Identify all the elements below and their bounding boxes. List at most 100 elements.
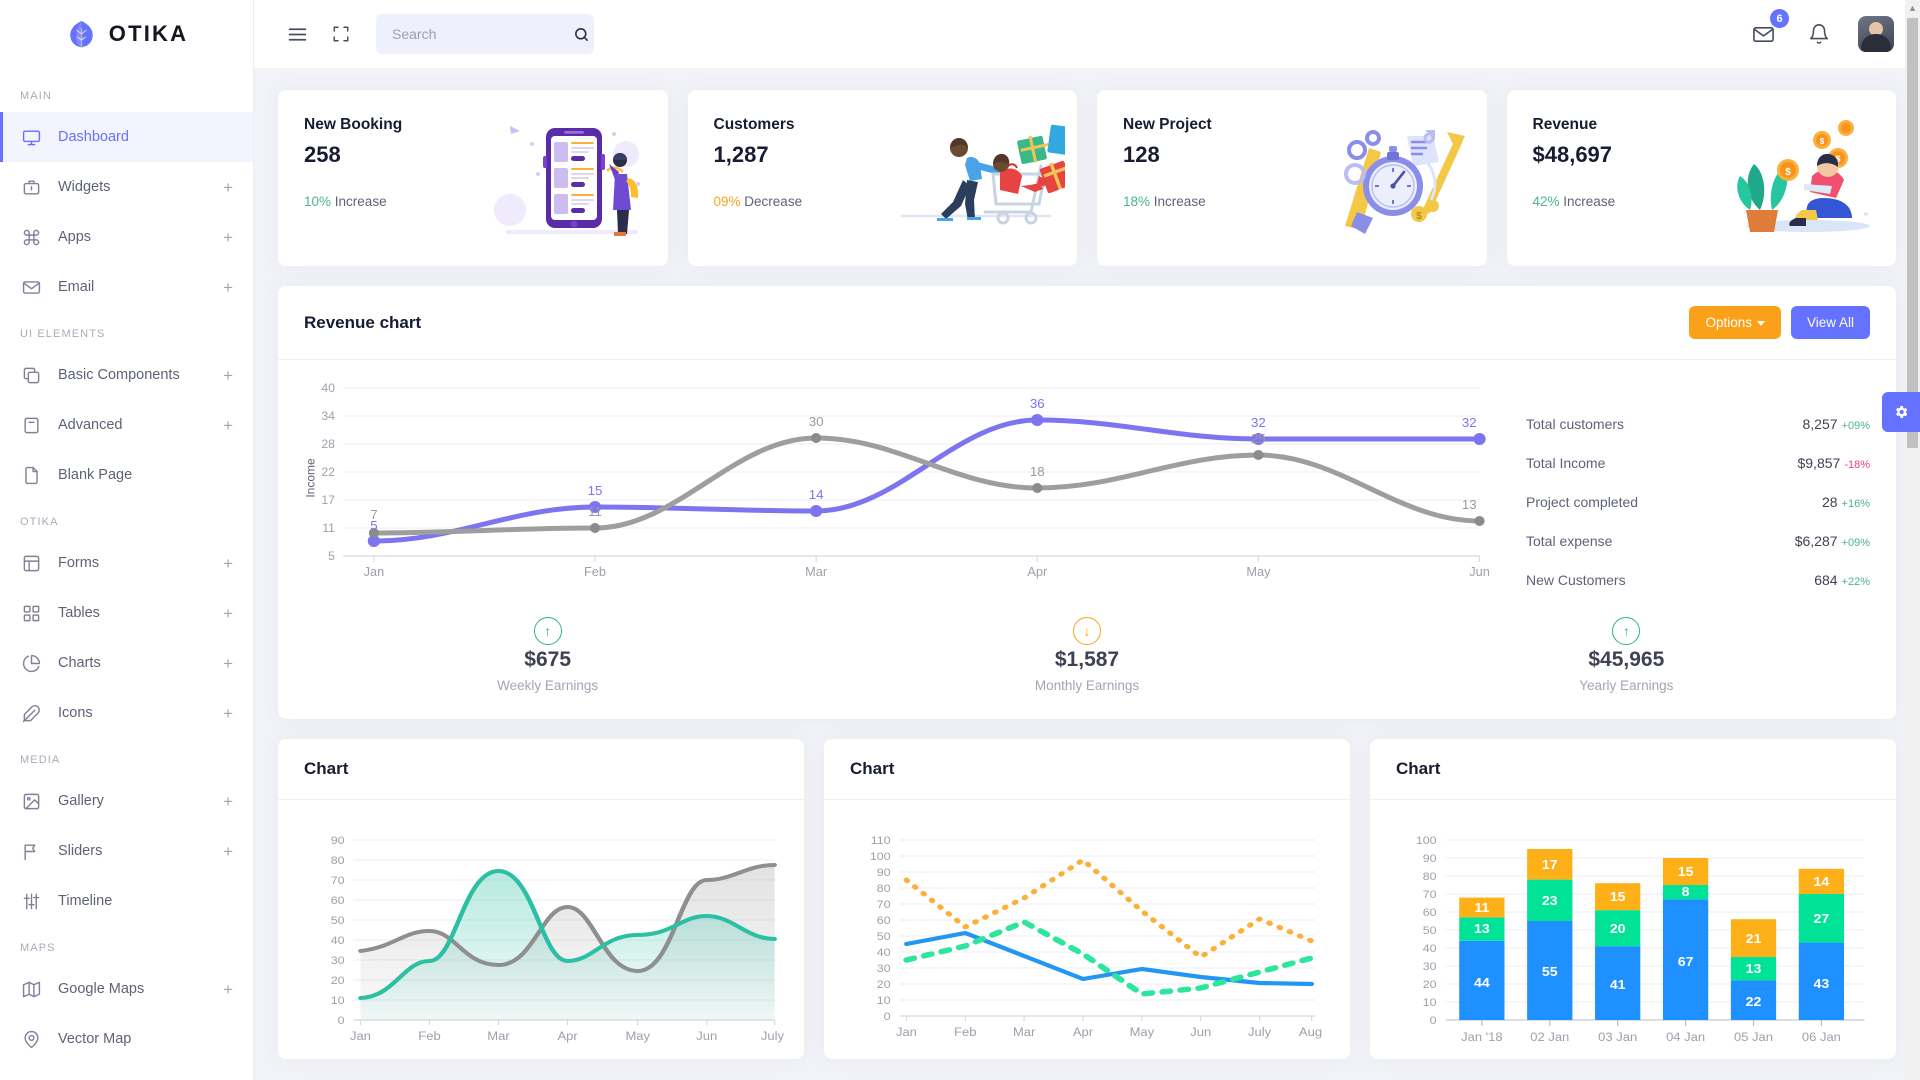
expand-icon[interactable] [324,17,358,51]
stat-card-new-project[interactable]: New Project 128 18% Increase $ [1097,90,1487,266]
expand-plus-icon[interactable]: + [223,279,233,296]
svg-text:04 Jan: 04 Jan [1666,1031,1705,1044]
sidebar-item-vector-map[interactable]: Vector Map [0,1014,253,1064]
svg-text:40: 40 [877,947,891,959]
stacked-bar-chart-body[interactable]: 100 90 80 70 60 50 40 30 20 10 0 44 13 1… [1370,800,1896,1055]
svg-text:8: 8 [1682,885,1690,899]
sidebar-item-advanced[interactable]: Advanced + [0,400,253,450]
expand-plus-icon[interactable]: + [223,229,233,246]
revenue-stat-key: Total customers [1526,416,1625,432]
revenue-stat-change: -18% [1844,459,1870,471]
sidebar-item-google-maps[interactable]: Google Maps + [0,964,253,1014]
svg-text:May: May [1246,565,1271,579]
topbar: 6 [254,0,1920,68]
stat-card-value: 258 [304,142,341,167]
stat-card-revenue[interactable]: Revenue $48,697 42% Increase $ $ $ [1506,90,1896,266]
revenue-chart[interactable]: 40 34 28 22 17 11 5 Income 5 15 14 36 32… [292,378,1500,611]
sidebar-item-label: Apps [58,229,92,245]
svg-text:21: 21 [1746,932,1762,946]
svg-text:July: July [1248,1026,1272,1039]
svg-text:40: 40 [321,381,335,395]
sidebar-item-apps[interactable]: Apps + [0,212,253,262]
scrollbar-thumb[interactable] [1907,18,1918,448]
svg-text:Apr: Apr [1073,1026,1093,1039]
svg-text:Jun: Jun [1190,1026,1211,1039]
settings-tab-button[interactable] [1882,392,1920,432]
expand-plus-icon[interactable]: + [223,981,233,998]
search-input[interactable] [392,26,573,42]
options-button[interactable]: Options [1689,306,1781,339]
svg-text:$: $ [1416,211,1422,222]
svg-text:80: 80 [877,883,891,895]
svg-text:10: 10 [877,995,891,1007]
nav-section-maps: MAPS [20,942,56,954]
expand-plus-icon[interactable]: + [223,655,233,672]
view-all-button[interactable]: View All [1790,306,1870,339]
svg-text:60: 60 [331,895,345,907]
expand-plus-icon[interactable]: + [223,367,233,384]
expand-plus-icon[interactable]: + [223,793,233,810]
svg-text:30: 30 [809,414,824,429]
gear-icon [1893,404,1909,420]
svg-text:13: 13 [1462,497,1477,512]
sidebar-item-email[interactable]: Email + [0,262,253,312]
nav-section-ui-elements: UI ELEMENTS [20,328,106,340]
sidebar-item-sliders[interactable]: Sliders + [0,826,253,876]
dashed-line-chart-title: Chart [850,759,895,778]
stat-card-text: New Project 128 18% Increase [1123,116,1212,266]
svg-text:22: 22 [1746,995,1762,1009]
sidebar-item-tables[interactable]: Tables + [0,588,253,638]
expand-plus-icon[interactable]: + [223,179,233,196]
sidebar-item-widgets[interactable]: Widgets + [0,162,253,212]
svg-text:50: 50 [331,915,345,927]
sidebar-item-icons[interactable]: Icons + [0,688,253,738]
messages-button[interactable]: 6 [1746,9,1789,51]
search-bar[interactable] [376,14,594,54]
revenue-stats-list: Total customers 8,257 +09% Total Income … [1500,378,1870,611]
svg-text:90: 90 [877,867,891,879]
sidebar-item-timeline[interactable]: Timeline [0,876,253,926]
expand-plus-icon[interactable]: + [223,605,233,622]
svg-text:22: 22 [321,465,335,479]
sidebar-item-dashboard[interactable]: Dashboard [0,112,253,162]
search-icon[interactable] [573,26,590,43]
expand-plus-icon[interactable]: + [223,843,233,860]
sidebar-item-blank-page[interactable]: Blank Page [0,450,253,500]
sidebar-item-gallery[interactable]: Gallery + [0,776,253,826]
sidebar-item-label: Charts [58,655,101,671]
brand[interactable]: OTIKA [0,0,253,68]
revenue-stat-value: 684 [1814,572,1838,588]
sidebar-item-forms[interactable]: Forms + [0,538,253,588]
revenue-stat-row: Total customers 8,257 +09% [1526,416,1870,432]
earning-amount: $45,965 [1588,648,1665,671]
file-icon [20,464,42,486]
dashed-line-chart-body[interactable]: 110 100 90 80 70 60 50 40 30 20 10 0 Jan Feb Mar [824,800,1350,1055]
scroll-up-arrow-icon[interactable]: ▲ [1905,0,1920,16]
sidebar-item-basic-components[interactable]: Basic Components + [0,350,253,400]
svg-text:90: 90 [331,835,345,847]
expand-plus-icon[interactable]: + [223,417,233,434]
svg-text:17: 17 [1542,858,1558,872]
expand-plus-icon[interactable]: + [223,555,233,572]
earnings-row: ↑ $675 Weekly Earnings ↓ $1,587 Monthly … [278,611,1896,719]
expand-plus-icon[interactable]: + [223,705,233,722]
svg-text:11: 11 [1474,901,1490,915]
sidebar-item-label: Vector Map [58,1031,132,1047]
svg-text:25: 25 [1251,431,1266,446]
stat-card-delta: 09% Decrease [714,194,803,209]
briefcase-icon [20,176,42,198]
vertical-scrollbar[interactable]: ▲ [1905,0,1920,1080]
hamburger-icon[interactable] [280,17,314,51]
sidebar-item-charts[interactable]: Charts + [0,638,253,688]
area-chart-body[interactable]: 90 80 70 60 50 40 30 20 10 0 Jan Feb Mar… [278,800,804,1055]
avatar[interactable] [1858,16,1894,52]
svg-text:03 Jan: 03 Jan [1598,1031,1637,1044]
sidebar-item-label: Tables [58,605,100,621]
stat-card-new-booking[interactable]: New Booking 258 10% Increase [278,90,668,266]
stat-card-customers[interactable]: Customers 1,287 09% Decrease [687,90,1077,266]
stat-card-value: 1,287 [713,142,769,167]
app-root: OTIKA MAIN Dashboard Widgets + Apps + Em… [0,0,1920,1080]
notifications-button[interactable] [1802,17,1836,51]
content-scroll-area: New Booking 258 10% Increase Customers 1… [254,68,1920,1080]
stat-card-delta-word: Increase [334,194,387,209]
